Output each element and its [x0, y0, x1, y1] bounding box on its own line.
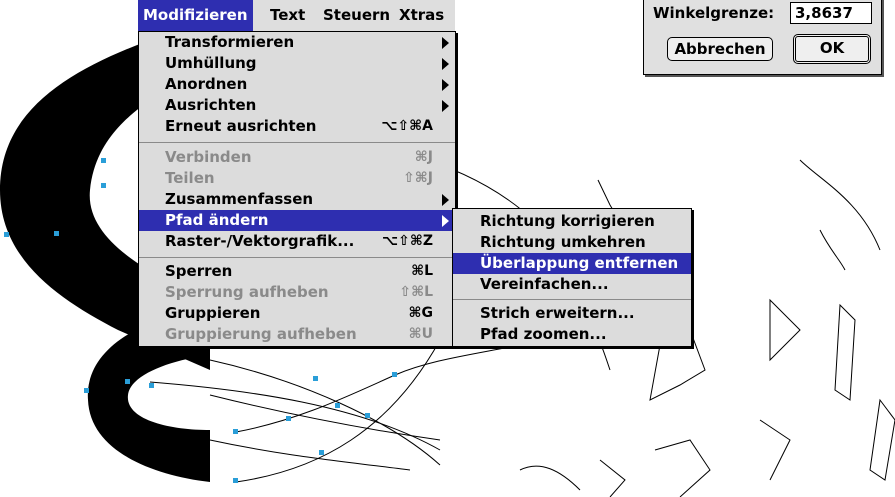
- menu-item-verbinden: Verbinden ⌘J: [165, 148, 433, 166]
- path-submenu: Richtung korrigieren Richtung umkehren Ü…: [452, 208, 692, 347]
- menu-item-gruppierung-aufheben: Gruppierung aufheben ⌘U: [165, 325, 433, 343]
- menu-xtras[interactable]: Xtras: [394, 0, 449, 31]
- cancel-button[interactable]: Abbrechen: [667, 37, 773, 61]
- submenu-arrow-icon: [442, 37, 449, 49]
- submenu-arrow-icon: [442, 79, 449, 91]
- submenu-item-vereinfachen[interactable]: Vereinfachen...: [453, 274, 691, 295]
- menu-item-sperrung-aufheben: Sperrung aufheben ⇧⌘L: [165, 283, 433, 301]
- menu-item-pfad-aendern[interactable]: Pfad ändern: [139, 210, 455, 231]
- menu-item-teilen: Teilen ⇧⌘J: [165, 169, 433, 187]
- menu-item-gruppieren[interactable]: Gruppieren ⌘G: [139, 303, 455, 324]
- menu-item-sperren[interactable]: Sperren ⌘L: [139, 261, 455, 282]
- submenu-item-ueberlappung-entfernen[interactable]: Überlappung entfernen: [453, 253, 691, 274]
- menu-item-anordnen[interactable]: Anordnen: [139, 74, 455, 95]
- shortcut-label: ⌘J: [414, 149, 433, 165]
- angle-limit-input[interactable]: 3,8637: [790, 2, 872, 24]
- submenu-item-richtung-umkehren[interactable]: Richtung umkehren: [453, 232, 691, 253]
- menu-separator: [453, 299, 691, 300]
- shortcut-label: ⌘L: [411, 263, 433, 279]
- modify-menu: Transformieren Umhüllung Anordnen Ausric…: [138, 31, 456, 347]
- submenu-arrow-icon: [442, 215, 449, 227]
- shortcut-label: ⌥⇧⌘A: [381, 118, 433, 134]
- submenu-arrow-icon: [442, 58, 449, 70]
- menu-item-erneut-ausrichten[interactable]: Erneut ausrichten ⌥⇧⌘A: [139, 116, 455, 137]
- submenu-arrow-icon: [442, 100, 449, 112]
- menu-item-ausrichten[interactable]: Ausrichten: [139, 95, 455, 116]
- angle-limit-label: Winkelgrenze:: [653, 4, 775, 22]
- ok-button[interactable]: OK: [793, 34, 871, 64]
- menu-modifizieren[interactable]: Modifizieren: [138, 0, 253, 31]
- shortcut-label: ⇧⌘J: [403, 170, 433, 186]
- menu-separator: [139, 142, 455, 143]
- menu-steuern[interactable]: Steuern: [318, 0, 395, 31]
- menu-item-raster-vektorgrafik[interactable]: Raster-/Vektorgrafik... ⌥⇧⌘Z: [139, 231, 455, 252]
- menu-item-zusammenfassen[interactable]: Zusammenfassen: [139, 189, 455, 210]
- submenu-item-richtung-korrigieren[interactable]: Richtung korrigieren: [453, 211, 691, 232]
- menu-bar: Modifizieren Text Steuern Xtras: [138, 0, 455, 32]
- submenu-arrow-icon: [442, 194, 449, 206]
- menu-item-transformieren[interactable]: Transformieren: [139, 32, 455, 53]
- shortcut-label: ⌥⇧⌘Z: [381, 233, 433, 249]
- submenu-item-strich-erweitern[interactable]: Strich erweitern...: [453, 303, 691, 324]
- shortcut-label: ⇧⌘L: [399, 284, 433, 300]
- shortcut-label: ⌘U: [408, 326, 433, 342]
- menu-text[interactable]: Text: [265, 0, 310, 31]
- menu-item-umhuellung[interactable]: Umhüllung: [139, 53, 455, 74]
- menu-separator: [139, 257, 455, 258]
- shortcut-label: ⌘G: [408, 305, 433, 321]
- submenu-item-pfad-zoomen[interactable]: Pfad zoomen...: [453, 324, 691, 345]
- angle-limit-dialog: Winkelgrenze: 3,8637 Abbrechen OK: [643, 0, 882, 75]
